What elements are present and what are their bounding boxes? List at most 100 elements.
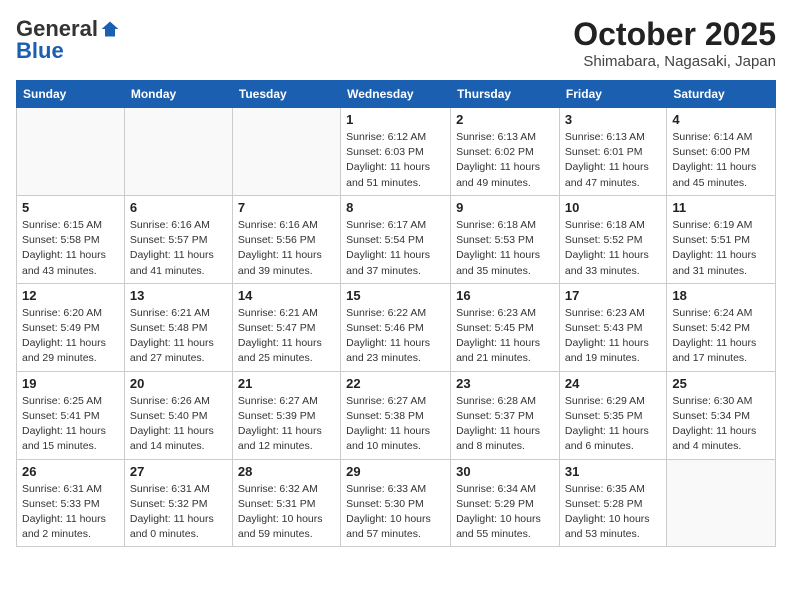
calendar-cell: 4 Sunrise: 6:14 AMSunset: 6:00 PMDaylight…	[667, 108, 776, 196]
day-info: Sunrise: 6:13 AMSunset: 6:01 PMDaylight:…	[565, 130, 661, 191]
day-number: 4	[672, 112, 770, 127]
calendar-cell: 24 Sunrise: 6:29 AMSunset: 5:35 PMDayligh…	[559, 371, 666, 459]
week-row-5: 26 Sunrise: 6:31 AMSunset: 5:33 PMDayligh…	[17, 459, 776, 547]
calendar-cell: 10Sunrise: 6:18 AMSunset: 5:52 PMDayligh…	[559, 195, 666, 283]
day-info: Sunrise: 6:19 AMSunset: 5:51 PMDaylight:…	[672, 218, 770, 279]
page-header: General Blue October 2025 Shimabara, Nag…	[16, 16, 776, 70]
day-number: 17	[565, 288, 661, 303]
day-number: 2	[456, 112, 554, 127]
week-row-2: 5 Sunrise: 6:15 AMSunset: 5:58 PMDaylight…	[17, 195, 776, 283]
calendar-cell: 15 Sunrise: 6:22 AMSunset: 5:46 PMDayligh…	[341, 283, 451, 371]
column-header-thursday: Thursday	[451, 81, 560, 108]
day-number: 26	[22, 464, 119, 479]
day-number: 1	[346, 112, 445, 127]
calendar-cell: 23Sunrise: 6:28 AMSunset: 5:37 PMDayligh…	[451, 371, 560, 459]
column-header-sunday: Sunday	[17, 81, 125, 108]
day-info: Sunrise: 6:32 AMSunset: 5:31 PMDaylight:…	[238, 482, 335, 543]
day-number: 23	[456, 376, 554, 391]
calendar-header-row: SundayMondayTuesdayWednesdayThursdayFrid…	[17, 81, 776, 108]
calendar-cell: 30Sunrise: 6:34 AMSunset: 5:29 PMDayligh…	[451, 459, 560, 547]
calendar-cell: 3 Sunrise: 6:13 AMSunset: 6:01 PMDaylight…	[559, 108, 666, 196]
calendar-cell: 12 Sunrise: 6:20 AMSunset: 5:49 PMDayligh…	[17, 283, 125, 371]
calendar-cell: 13 Sunrise: 6:21 AMSunset: 5:48 PMDayligh…	[124, 283, 232, 371]
day-number: 16	[456, 288, 554, 303]
day-number: 3	[565, 112, 661, 127]
calendar-cell: 26 Sunrise: 6:31 AMSunset: 5:33 PMDayligh…	[17, 459, 125, 547]
calendar-cell: 25 Sunrise: 6:30 AMSunset: 5:34 PMDayligh…	[667, 371, 776, 459]
calendar-cell: 14 Sunrise: 6:21 AMSunset: 5:47 PMDayligh…	[232, 283, 340, 371]
day-info: Sunrise: 6:18 AMSunset: 5:53 PMDaylight:…	[456, 218, 554, 279]
calendar-table: SundayMondayTuesdayWednesdayThursdayFrid…	[16, 80, 776, 547]
day-info: Sunrise: 6:15 AMSunset: 5:58 PMDaylight:…	[22, 218, 119, 279]
day-number: 20	[130, 376, 227, 391]
day-info: Sunrise: 6:33 AMSunset: 5:30 PMDaylight:…	[346, 482, 445, 543]
calendar-cell: 19Sunrise: 6:25 AMSunset: 5:41 PMDayligh…	[17, 371, 125, 459]
logo: General Blue	[16, 16, 120, 64]
day-info: Sunrise: 6:23 AMSunset: 5:43 PMDaylight:…	[565, 306, 661, 367]
day-info: Sunrise: 6:31 AMSunset: 5:33 PMDaylight:…	[22, 482, 119, 543]
week-row-1: 1 Sunrise: 6:12 AMSunset: 6:03 PMDaylight…	[17, 108, 776, 196]
day-info: Sunrise: 6:22 AMSunset: 5:46 PMDaylight:…	[346, 306, 445, 367]
day-info: Sunrise: 6:16 AMSunset: 5:57 PMDaylight:…	[130, 218, 227, 279]
calendar-cell: 28 Sunrise: 6:32 AMSunset: 5:31 PMDayligh…	[232, 459, 340, 547]
location: Shimabara, Nagasaki, Japan	[573, 53, 776, 70]
day-info: Sunrise: 6:27 AMSunset: 5:38 PMDaylight:…	[346, 394, 445, 455]
day-number: 22	[346, 376, 445, 391]
day-info: Sunrise: 6:13 AMSunset: 6:02 PMDaylight:…	[456, 130, 554, 191]
calendar-cell: 17 Sunrise: 6:23 AMSunset: 5:43 PMDayligh…	[559, 283, 666, 371]
calendar-cell: 8 Sunrise: 6:17 AMSunset: 5:54 PMDaylight…	[341, 195, 451, 283]
day-info: Sunrise: 6:20 AMSunset: 5:49 PMDaylight:…	[22, 306, 119, 367]
day-number: 28	[238, 464, 335, 479]
day-info: Sunrise: 6:21 AMSunset: 5:47 PMDaylight:…	[238, 306, 335, 367]
day-info: Sunrise: 6:31 AMSunset: 5:32 PMDaylight:…	[130, 482, 227, 543]
calendar-cell: 1 Sunrise: 6:12 AMSunset: 6:03 PMDaylight…	[341, 108, 451, 196]
day-info: Sunrise: 6:12 AMSunset: 6:03 PMDaylight:…	[346, 130, 445, 191]
day-number: 11	[672, 200, 770, 215]
day-info: Sunrise: 6:30 AMSunset: 5:34 PMDaylight:…	[672, 394, 770, 455]
day-number: 9	[456, 200, 554, 215]
day-number: 12	[22, 288, 119, 303]
day-number: 5	[22, 200, 119, 215]
calendar-cell: 16Sunrise: 6:23 AMSunset: 5:45 PMDayligh…	[451, 283, 560, 371]
day-info: Sunrise: 6:21 AMSunset: 5:48 PMDaylight:…	[130, 306, 227, 367]
calendar-cell: 27 Sunrise: 6:31 AMSunset: 5:32 PMDayligh…	[124, 459, 232, 547]
calendar-cell	[124, 108, 232, 196]
day-info: Sunrise: 6:29 AMSunset: 5:35 PMDaylight:…	[565, 394, 661, 455]
day-info: Sunrise: 6:26 AMSunset: 5:40 PMDaylight:…	[130, 394, 227, 455]
day-info: Sunrise: 6:17 AMSunset: 5:54 PMDaylight:…	[346, 218, 445, 279]
calendar-cell: 2 Sunrise: 6:13 AMSunset: 6:02 PMDaylight…	[451, 108, 560, 196]
day-number: 25	[672, 376, 770, 391]
logo-icon	[100, 19, 120, 39]
calendar-cell	[17, 108, 125, 196]
day-info: Sunrise: 6:27 AMSunset: 5:39 PMDaylight:…	[238, 394, 335, 455]
title-block: October 2025 Shimabara, Nagasaki, Japan	[573, 16, 776, 70]
calendar-cell	[667, 459, 776, 547]
day-number: 29	[346, 464, 445, 479]
day-number: 14	[238, 288, 335, 303]
calendar-cell: 20 Sunrise: 6:26 AMSunset: 5:40 PMDayligh…	[124, 371, 232, 459]
calendar-cell	[232, 108, 340, 196]
day-number: 15	[346, 288, 445, 303]
day-info: Sunrise: 6:24 AMSunset: 5:42 PMDaylight:…	[672, 306, 770, 367]
day-info: Sunrise: 6:34 AMSunset: 5:29 PMDaylight:…	[456, 482, 554, 543]
day-info: Sunrise: 6:16 AMSunset: 5:56 PMDaylight:…	[238, 218, 335, 279]
column-header-friday: Friday	[559, 81, 666, 108]
column-header-saturday: Saturday	[667, 81, 776, 108]
column-header-monday: Monday	[124, 81, 232, 108]
day-number: 13	[130, 288, 227, 303]
calendar-cell: 6Sunrise: 6:16 AMSunset: 5:57 PMDaylight…	[124, 195, 232, 283]
day-number: 10	[565, 200, 661, 215]
day-info: Sunrise: 6:14 AMSunset: 6:00 PMDaylight:…	[672, 130, 770, 191]
calendar-cell: 29 Sunrise: 6:33 AMSunset: 5:30 PMDayligh…	[341, 459, 451, 547]
column-header-wednesday: Wednesday	[341, 81, 451, 108]
day-info: Sunrise: 6:35 AMSunset: 5:28 PMDaylight:…	[565, 482, 661, 543]
day-number: 19	[22, 376, 119, 391]
calendar-cell: 21Sunrise: 6:27 AMSunset: 5:39 PMDayligh…	[232, 371, 340, 459]
calendar-cell: 5 Sunrise: 6:15 AMSunset: 5:58 PMDaylight…	[17, 195, 125, 283]
day-number: 24	[565, 376, 661, 391]
day-number: 27	[130, 464, 227, 479]
week-row-4: 19Sunrise: 6:25 AMSunset: 5:41 PMDayligh…	[17, 371, 776, 459]
day-number: 8	[346, 200, 445, 215]
calendar-cell: 31Sunrise: 6:35 AMSunset: 5:28 PMDayligh…	[559, 459, 666, 547]
calendar-cell: 22 Sunrise: 6:27 AMSunset: 5:38 PMDayligh…	[341, 371, 451, 459]
